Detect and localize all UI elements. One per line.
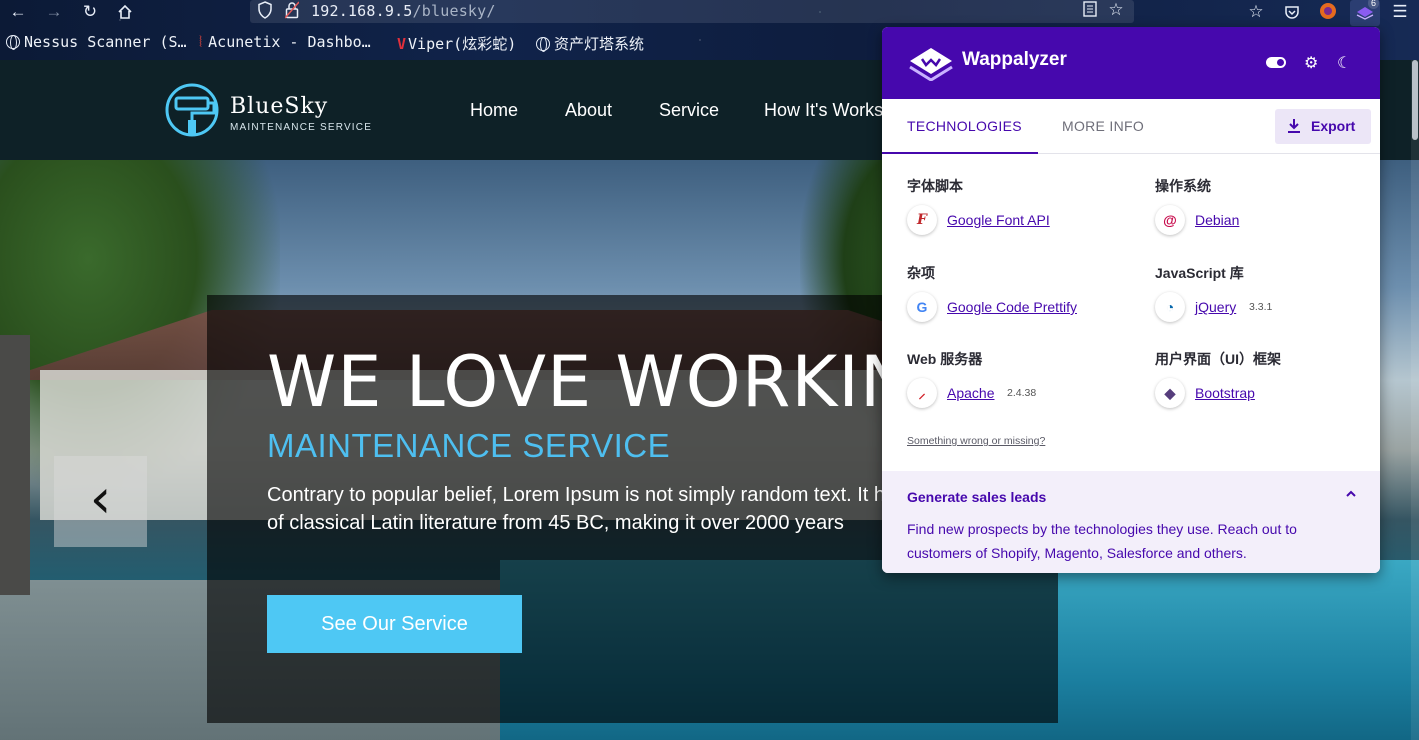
category-miscellaneous: 杂项 [907, 265, 935, 281]
url-path: /bluesky/ [412, 2, 496, 20]
logo-subtitle: MAINTENANCE SERVICE [230, 122, 373, 133]
tech-name[interactable]: Google Font API [947, 212, 1050, 228]
something-wrong-link[interactable]: Something wrong or missing? [907, 435, 1045, 447]
apache-icon: ⸝ [907, 378, 937, 408]
bookmark-label: Nessus Scanner (S… [24, 33, 187, 51]
nav-home[interactable]: Home [470, 100, 518, 121]
tech-version: 2.4.38 [1007, 387, 1037, 399]
dark-mode-moon-icon[interactable]: ☾ [1337, 53, 1351, 73]
export-label: Export [1311, 118, 1356, 134]
wappalyzer-logo-icon [909, 48, 953, 81]
category-ui-frameworks: 用户界面（UI）框架 [1155, 351, 1281, 367]
hamburger-menu-icon[interactable]: ☰ [1390, 2, 1410, 22]
leads-body: Find new prospects by the technologies t… [907, 521, 1297, 561]
bookmark-label: Acunetix - Dashbo… [208, 33, 371, 51]
back-arrow-icon[interactable]: ← [8, 2, 28, 22]
tech-name[interactable]: Bootstrap [1195, 385, 1255, 401]
shield-icon[interactable] [255, 1, 275, 21]
tech-name[interactable]: Apache [947, 385, 994, 401]
wappalyzer-header: Wappalyzer ⚙ ☾ [882, 27, 1380, 99]
url-host: 192.168.9.5 [311, 2, 413, 20]
debian-icon: @ [1155, 205, 1185, 235]
category-web-servers: Web 服务器 [907, 351, 983, 367]
bookmark-viper[interactable]: V Viper(炫彩蛇) [397, 33, 516, 54]
tech-name[interactable]: jQuery [1195, 299, 1236, 315]
bookmark-asset-lighthouse[interactable]: 资产灯塔系统 [536, 33, 644, 54]
tech-version: 3.3.1 [1249, 301, 1273, 313]
chevron-left-icon: ‹ [89, 467, 112, 530]
category-javascript-libraries: JavaScript 库 [1155, 265, 1244, 281]
paint-roller-logo-icon [165, 83, 219, 137]
category-font-scripts: 字体脚本 [907, 178, 963, 194]
export-button[interactable]: Export [1275, 109, 1371, 144]
leads-title[interactable]: Generate sales leads [907, 489, 1046, 505]
extension-badge: 6 [1368, 0, 1380, 9]
bookmark-acunetix[interactable]: ⦚ Acunetix - Dashbo… [199, 33, 371, 51]
bookmark-nessus[interactable]: Nessus Scanner (S… [6, 33, 187, 51]
url-text[interactable]: 192.168.9.5/bluesky/ [311, 2, 496, 20]
category-operating-systems: 操作系统 [1155, 178, 1211, 194]
hero-subtitle: MAINTENANCE SERVICE [267, 427, 671, 464]
home-icon[interactable] [115, 2, 135, 22]
stone-pillar [0, 335, 30, 595]
settings-gear-icon[interactable]: ⚙ [1304, 53, 1318, 73]
site-logo[interactable]: BlueSky MAINTENANCE SERVICE [162, 82, 371, 143]
forward-arrow-icon[interactable]: → [44, 2, 64, 22]
library-star-icon[interactable]: ☆ [1246, 2, 1266, 22]
bookmark-star-icon[interactable]: ☆ [1106, 0, 1126, 20]
bookmark-label: Viper(炫彩蛇) [408, 35, 517, 53]
navigation-row: ← → ↻ 192.168.9.5/bluesky/ ☆ ☆ 6 ☰ [0, 0, 1419, 26]
wappalyzer-extension-icon[interactable]: 6 [1350, 0, 1380, 26]
logo-title: BlueSky [230, 94, 329, 119]
wappalyzer-brand: Wappalyzer [962, 49, 1067, 70]
reader-view-icon[interactable] [1080, 1, 1100, 21]
lock-insecure-icon[interactable] [282, 1, 302, 21]
carousel-prev-button[interactable]: ‹ [54, 456, 147, 547]
scrollbar-thumb[interactable] [1412, 60, 1418, 140]
tech-name[interactable]: Google Code Prettify [947, 299, 1077, 315]
jquery-icon: ◔ [1155, 292, 1185, 322]
viper-icon: V [397, 35, 407, 53]
hero-title: WE LOVE WORKING [267, 341, 969, 423]
wappalyzer-popup: Wappalyzer ⚙ ☾ TECHNOLOGIES MORE INFO Ex… [882, 27, 1380, 573]
nav-service[interactable]: Service [659, 100, 719, 121]
globe-icon [6, 35, 20, 50]
toggle-switch[interactable] [1266, 57, 1286, 68]
tech-name[interactable]: Debian [1195, 212, 1239, 228]
globe-icon [536, 37, 550, 52]
nav-about[interactable]: About [565, 100, 612, 121]
sales-leads-panel: Generate sales leads Find new prospects … [882, 471, 1380, 573]
bookmark-label: 资产灯塔系统 [554, 35, 645, 53]
page-scrollbar[interactable] [1411, 60, 1419, 740]
acunetix-icon: ⦚ [199, 33, 203, 51]
chevron-up-icon[interactable] [1344, 487, 1358, 501]
bookmarks-bar: Nessus Scanner (S… ⦚ Acunetix - Dashbo… V… [0, 33, 880, 55]
google-font-api-icon: F [907, 205, 937, 235]
download-icon [1288, 119, 1300, 133]
address-bar[interactable]: 192.168.9.5/bluesky/ ☆ [250, 0, 1134, 23]
bootstrap-icon: ◆ [1155, 378, 1185, 408]
nav-how-it-works[interactable]: How It's Works [764, 100, 883, 121]
firefox-extension-icon[interactable] [1318, 2, 1338, 22]
tab-more-info[interactable]: MORE INFO [1062, 99, 1144, 154]
wappalyzer-tabs: TECHNOLOGIES MORE INFO Export [882, 99, 1380, 154]
google-icon: G [907, 292, 937, 322]
see-our-service-button[interactable]: See Our Service [267, 595, 522, 653]
reload-icon[interactable]: ↻ [80, 2, 100, 22]
tab-technologies[interactable]: TECHNOLOGIES [882, 99, 1038, 154]
pocket-icon[interactable] [1282, 2, 1302, 22]
